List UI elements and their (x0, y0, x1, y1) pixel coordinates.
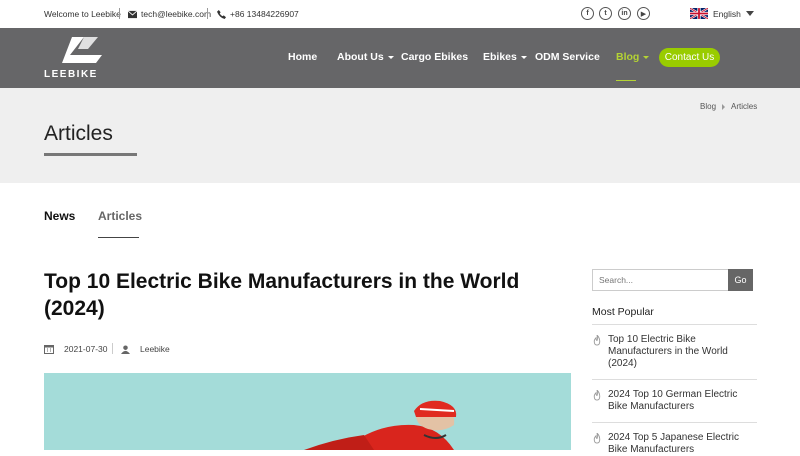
top-bar: Welcome to Leebike tech@leebike.com +86 … (0, 0, 800, 28)
page-title: Articles (44, 122, 113, 145)
article-title[interactable]: Top 10 Electric Bike Manufacturers in th… (44, 268, 554, 322)
phone-icon (217, 9, 226, 19)
tab-articles[interactable]: Articles (98, 209, 142, 223)
logo-mark-icon (62, 37, 102, 63)
active-nav-indicator (616, 80, 636, 81)
article-hero-image[interactable] (44, 373, 571, 450)
linkedin-icon[interactable]: in (618, 7, 631, 20)
language-label: English (713, 8, 741, 19)
date-text: 2021-07-30 (64, 344, 108, 354)
fire-icon (593, 335, 601, 346)
breadcrumb: Blog Articles (700, 102, 757, 111)
nav-label: Home (288, 51, 318, 63)
nav-ebikes[interactable]: Ebikes (483, 51, 527, 63)
email-text: tech@leebike.com (141, 9, 212, 19)
logo[interactable]: LEEBIKE (44, 35, 126, 81)
nav-about-us[interactable]: About Us (337, 51, 394, 63)
search-button[interactable]: Go (728, 269, 753, 291)
fire-icon (593, 390, 601, 401)
main-header: LEEBIKE Home About Us Cargo Ebikes Ebike… (0, 28, 800, 88)
author-text: Leebike (140, 344, 170, 354)
chevron-down-icon (643, 55, 650, 59)
search-input[interactable] (592, 269, 728, 291)
phone-text: +86 13484226907 (230, 9, 299, 19)
chevron-down-icon (520, 55, 527, 59)
facebook-icon[interactable]: f (581, 7, 594, 20)
popular-item-title: 2024 Top 5 Japanese Electric Bike Manufa… (608, 432, 740, 455)
nav-label: ODM Service (535, 51, 600, 63)
welcome-text: Welcome to Leebike (44, 9, 121, 19)
user-icon (121, 344, 130, 354)
article-author: Leebike (121, 344, 170, 354)
email-link[interactable]: tech@leebike.com (128, 9, 211, 19)
popular-item-title: Top 10 Electric Bike Manufacturers in th… (608, 334, 728, 369)
article-date: 2021-07-30 (44, 344, 107, 354)
fire-icon (593, 433, 601, 444)
nav-odm-service[interactable]: ODM Service (535, 51, 600, 63)
nav-blog[interactable]: Blog (616, 51, 650, 63)
nav-label: Cargo Ebikes (401, 51, 469, 63)
nav-label: Blog (616, 51, 640, 63)
divider (592, 324, 757, 325)
breadcrumb-articles: Articles (731, 102, 758, 111)
breadcrumb-blog[interactable]: Blog (700, 102, 716, 111)
popular-item[interactable]: 2024 Top 10 German Electric Bike Manufac… (592, 389, 757, 413)
cyclist-illustration (44, 373, 571, 450)
chevron-right-icon (722, 103, 726, 110)
youtube-icon[interactable]: ▶ (637, 7, 650, 20)
nav-label: Ebikes (483, 51, 517, 63)
calendar-icon (44, 345, 54, 354)
phone-link[interactable]: +86 13484226907 (217, 9, 299, 19)
active-tab-indicator (98, 237, 139, 238)
popular-item[interactable]: Top 10 Electric Bike Manufacturers in th… (592, 334, 757, 370)
chevron-down-icon (387, 55, 394, 59)
tab-news[interactable]: News (44, 209, 75, 223)
envelope-icon (128, 10, 137, 18)
nav-home[interactable]: Home (288, 51, 317, 63)
page-banner: Articles Blog Articles (0, 88, 800, 183)
uk-flag-icon (690, 8, 708, 19)
language-selector[interactable]: English (690, 8, 754, 19)
title-underline (44, 153, 137, 156)
divider (112, 343, 113, 354)
popular-item-title: 2024 Top 10 German Electric Bike Manufac… (608, 389, 738, 412)
popular-item[interactable]: 2024 Top 5 Japanese Electric Bike Manufa… (592, 432, 757, 456)
logo-text: LEEBIKE (44, 69, 98, 80)
chevron-down-icon (745, 11, 754, 16)
divider (592, 379, 757, 380)
twitter-icon[interactable]: t (599, 7, 612, 20)
most-popular-heading: Most Popular (592, 306, 654, 318)
divider (207, 8, 208, 19)
nav-cargo-ebikes[interactable]: Cargo Ebikes (401, 51, 468, 63)
divider (119, 8, 120, 19)
nav-label: About Us (337, 51, 384, 63)
contact-us-button[interactable]: Contact Us (659, 48, 720, 67)
divider (592, 422, 757, 423)
